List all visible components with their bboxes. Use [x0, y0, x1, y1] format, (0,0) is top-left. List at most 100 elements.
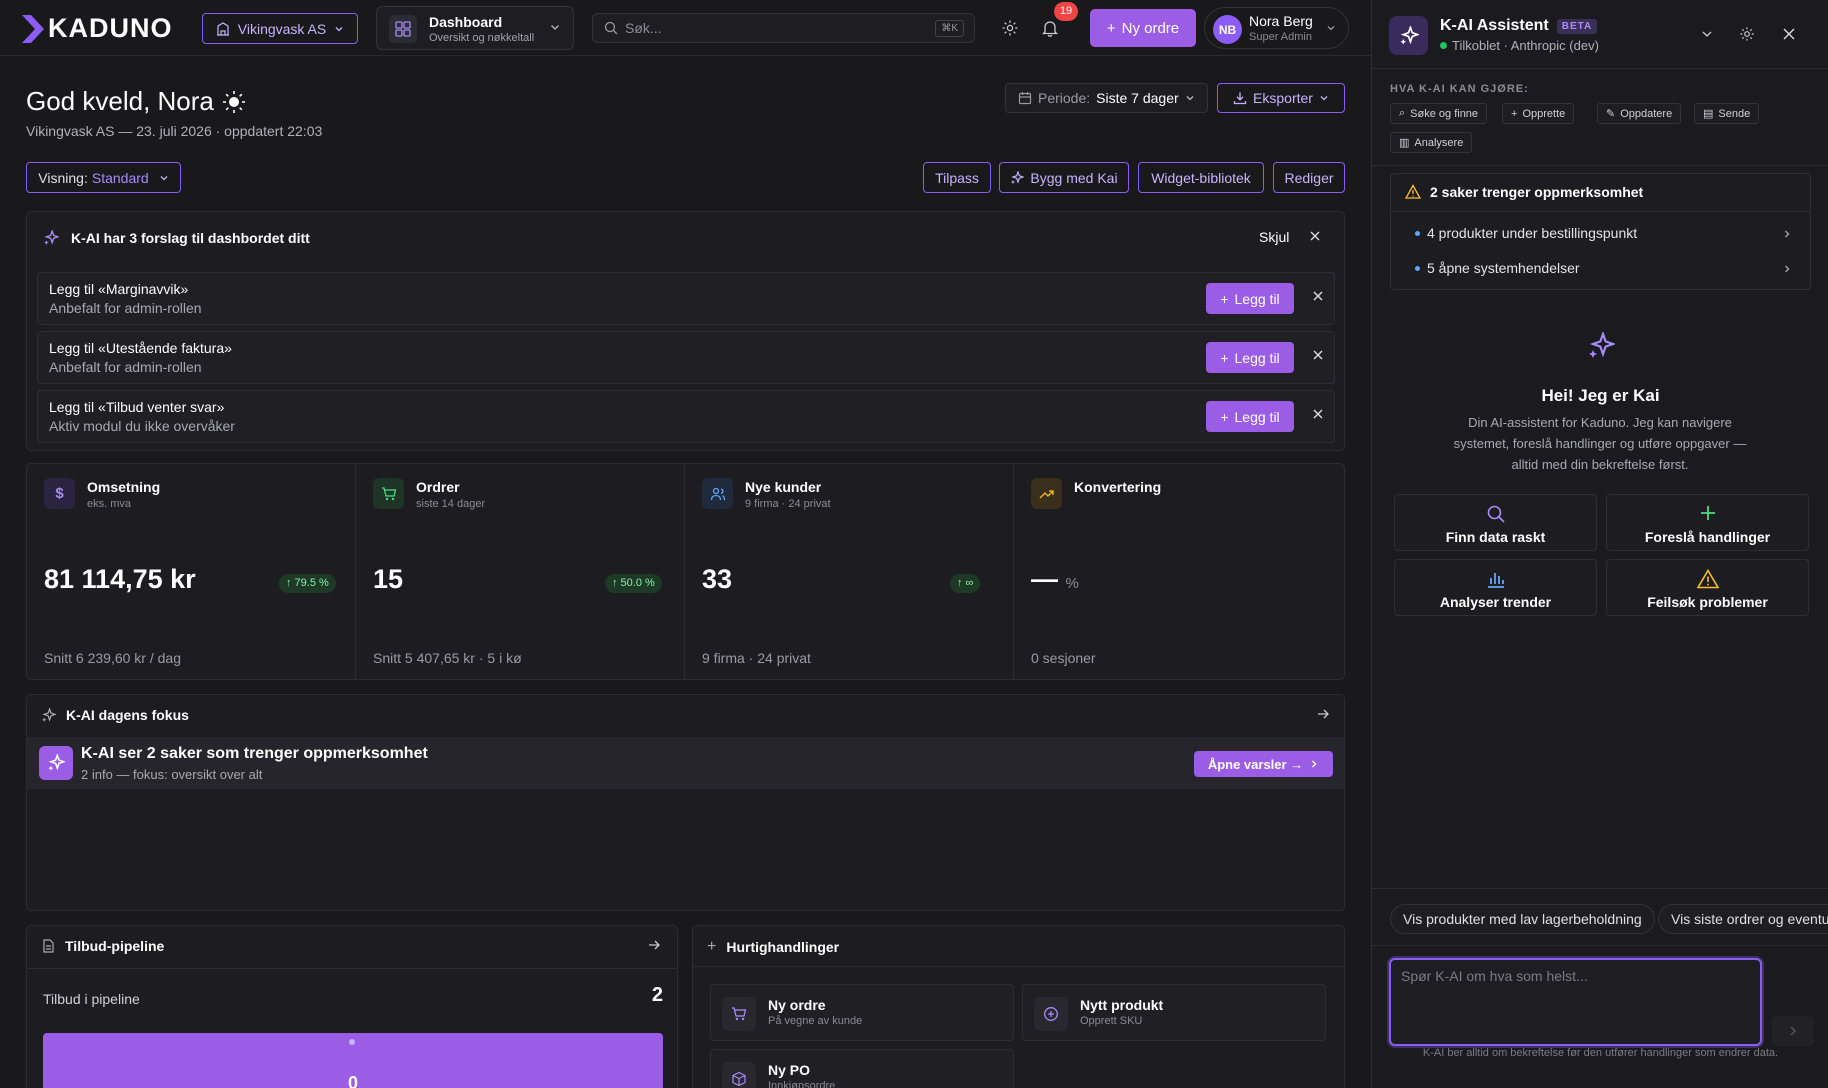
kaduno-logo[interactable]: KADUNO	[22, 13, 173, 44]
kpi-orders[interactable]: Ordrer siste 14 dager 15 ↑ 50.0 % Snitt …	[356, 464, 685, 679]
suggestion-item: Legg til «Marginavvik» Anbefalt for admi…	[37, 272, 1335, 325]
chat-input[interactable]	[1401, 968, 1751, 1036]
build-with-kai-button[interactable]: Bygg med Kai	[999, 162, 1129, 193]
suggestion-subtitle: Anbefalt for admin-rollen	[49, 300, 202, 316]
customize-button[interactable]: Tilpass	[923, 162, 991, 193]
user-menu[interactable]: NB Nora Berg Super Admin	[1204, 7, 1349, 49]
chevron-down-icon[interactable]	[1700, 27, 1714, 41]
kpi-revenue[interactable]: $ Omsetning eks. mva 81 114,75 kr ↑ 79.5…	[27, 464, 356, 679]
trending-up-icon	[1031, 478, 1062, 509]
close-icon[interactable]	[1309, 230, 1321, 242]
open-alerts-button[interactable]: Åpne varsler →	[1194, 751, 1333, 777]
settings-button[interactable]	[999, 17, 1021, 39]
widget-library-button[interactable]: Widget-bibliotek	[1138, 162, 1264, 193]
send-button[interactable]	[1772, 1016, 1814, 1046]
add-label: Legg til	[1234, 349, 1280, 366]
period-value: Siste 7 dager	[1096, 90, 1179, 106]
prompt-chip[interactable]: Vis produkter med lav lagerbeholdning	[1390, 904, 1655, 934]
search-input[interactable]	[625, 14, 925, 42]
capability-chip-search[interactable]: ⌕ Søke og finne	[1390, 103, 1488, 124]
panel-title-text: K-AI Assistent	[1440, 17, 1549, 34]
attention-header: 2 saker trenger oppmerksomhet	[1405, 184, 1643, 200]
bar-chart-icon	[1395, 569, 1596, 592]
kpi-trend-badge: ↑ 50.0 %	[605, 574, 662, 593]
hide-suggestions-button[interactable]: Skjul	[1259, 229, 1289, 245]
period-label: Periode:	[1038, 90, 1091, 106]
new-order-button[interactable]: + Ny ordre	[1090, 9, 1196, 47]
chevron-right-icon[interactable]	[1782, 264, 1792, 274]
notifications-button[interactable]	[1039, 17, 1061, 39]
export-button[interactable]: Eksporter	[1217, 83, 1345, 113]
edit-button[interactable]: Rediger	[1273, 162, 1345, 193]
chevron-down-icon	[551, 25, 559, 30]
search-icon	[1395, 504, 1596, 527]
divider	[27, 968, 677, 969]
attention-item[interactable]: 5 åpne systemhendelser	[1415, 260, 1580, 276]
search-box[interactable]: ⌘K	[592, 13, 975, 43]
capability-chip-analyze[interactable]: ▥ Analysere	[1390, 132, 1473, 153]
pipeline-stage-bar[interactable]: 0	[43, 1033, 663, 1088]
find-data-button[interactable]: Finn data raskt	[1394, 494, 1597, 551]
kpi-conversion[interactable]: Konvertering — % 0 sesjoner	[1014, 464, 1344, 679]
suggestion-item: Legg til «Tilbud venter svar» Aktiv modu…	[37, 390, 1335, 443]
build-with-kai-label: Bygg med Kai	[1030, 169, 1118, 186]
close-icon[interactable]	[1312, 290, 1324, 302]
sparkle-icon	[42, 707, 56, 722]
add-label: Legg til	[1234, 290, 1280, 307]
analyze-trends-button[interactable]: Analyser trender	[1394, 559, 1597, 616]
suggestions-header: K-AI har 3 forslag til dashbordet ditt	[43, 230, 310, 246]
quick-action-new-product[interactable]: Nytt produkt Opprett SKU	[1022, 984, 1326, 1041]
quick-action-new-po[interactable]: Ny PO Innkjøpsordre	[710, 1049, 1014, 1088]
kpi-footer: Snitt 5 407,65 kr · 5 i kø	[373, 650, 522, 666]
grid-icon	[389, 15, 417, 43]
building-icon	[216, 21, 229, 36]
quick-action-new-order[interactable]: Ny ordre På vegne av kunde	[710, 984, 1014, 1041]
company-selector[interactable]: Vikingvask AS	[202, 13, 358, 44]
greeting-text: God kveld, Nora	[26, 86, 214, 116]
period-selector[interactable]: Periode: Siste 7 dager	[1005, 83, 1208, 113]
gear-icon[interactable]	[1739, 26, 1755, 42]
bullet	[1415, 230, 1420, 236]
attention-item[interactable]: 4 produkter under bestillingspunkt	[1415, 225, 1637, 241]
prompt-chip[interactable]: Vis siste ordrer og eventuelle	[1658, 904, 1828, 934]
gear-icon	[1002, 20, 1018, 36]
suggestion-title: Legg til «Tilbud venter svar»	[49, 399, 225, 415]
kpi-value: 81 114,75 kr	[44, 564, 196, 594]
dashboard-selector[interactable]: Dashboard Oversikt og nøkkeltall	[376, 6, 574, 50]
capability-chip-send[interactable]: ▤ Sende	[1694, 103, 1760, 124]
kpi-title: Omsetning	[87, 479, 161, 495]
divider	[1391, 211, 1810, 212]
quick-action-title: Nytt produkt	[1080, 997, 1164, 1013]
close-icon[interactable]	[1312, 349, 1324, 361]
suggest-actions-button[interactable]: Foreslå handlinger	[1606, 494, 1809, 551]
add-suggestion-button[interactable]: + Legg til	[1206, 401, 1294, 432]
chevron-right-icon[interactable]	[1782, 229, 1792, 239]
divider	[1372, 888, 1828, 889]
chat-input-box[interactable]	[1389, 958, 1762, 1046]
greeting-heading: God kveld, Nora	[26, 86, 246, 117]
kpi-unit: %	[1065, 575, 1079, 592]
sparkle-icon	[1589, 332, 1615, 358]
quick-actions-card: + Hurtighandlinger Ny ordre På vegne av …	[692, 925, 1345, 1088]
kpi-title: Nye kunder	[745, 479, 822, 495]
capability-chip-create[interactable]: + Opprette	[1502, 103, 1575, 124]
greeting-subtitle: Vikingvask AS — 23. juli 2026 · oppdater…	[26, 123, 323, 139]
add-suggestion-button[interactable]: + Legg til	[1206, 283, 1294, 314]
sparkle-icon	[39, 746, 73, 780]
chip-label: Oppdatere	[1620, 107, 1673, 120]
user-role: Super Admin	[1249, 31, 1312, 43]
divider	[693, 966, 1344, 967]
kpi-new-customers[interactable]: Nye kunder 9 firma · 24 privat 33 ↑ ∞ 9 …	[685, 464, 1014, 679]
view-selector[interactable]: Visning: Standard	[26, 162, 181, 193]
arrow-right-icon[interactable]	[1316, 707, 1330, 721]
arrow-right-icon[interactable]	[647, 938, 661, 952]
dollar-icon: $	[44, 478, 75, 509]
troubleshoot-button[interactable]: Feilsøk problemer	[1606, 559, 1809, 616]
capability-chip-update[interactable]: ✎ Oppdatere	[1597, 103, 1682, 124]
close-icon[interactable]	[1312, 408, 1324, 420]
close-icon[interactable]	[1782, 27, 1796, 41]
add-suggestion-button[interactable]: + Legg til	[1206, 342, 1294, 373]
kpi-value: 15	[373, 564, 404, 594]
open-alerts-label: Åpne varsler →	[1207, 756, 1304, 772]
kpi-value: — %	[1031, 564, 1079, 595]
